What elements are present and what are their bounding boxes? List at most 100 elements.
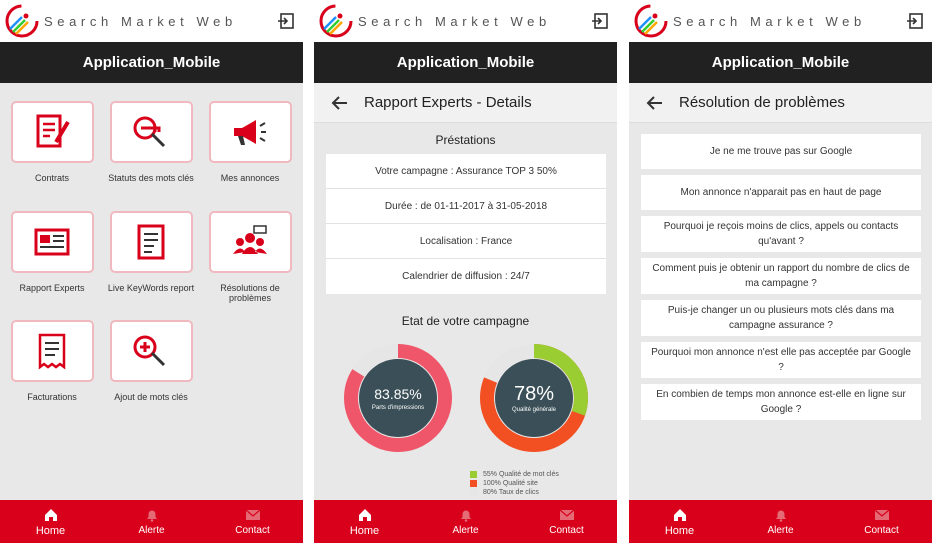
screen-header: Résolution de problèmes [629,83,932,123]
quality-value: 78% [513,383,555,405]
nav-alert[interactable]: Alerte [415,500,516,543]
nav-alert-label: Alerte [452,525,479,536]
nav-alert-label: Alerte [138,525,165,536]
legend-swatch [470,489,477,496]
legend-item: 55% Qualité de mot clés [470,470,559,479]
tile-label: Contrats [34,173,69,183]
nav-alert-label: Alerte [767,525,794,536]
quality-label: Qualité générale [511,407,557,413]
legend-swatch [470,480,477,487]
nav-contact[interactable]: Contact [831,500,932,543]
tile-label: Statuts des mots clés [108,173,194,183]
logo-icon [5,4,39,38]
tile-label: Live KeyWords report [107,283,195,293]
nav-contact-label: Contact [235,525,270,536]
bottom-nav: Home Alerte Contact [314,500,617,543]
bottom-nav: Home Alerte Contact [0,500,303,543]
nav-alert[interactable]: Alerte [730,500,831,543]
tile-label: Mes annonces [220,173,280,183]
logout-icon[interactable] [906,12,924,30]
bell-icon [146,510,157,522]
screen-title: Rapport Experts - Details [364,94,532,111]
legend-text: 100% Qualité site [483,480,538,487]
prestations-card: Votre campagne : Assurance TOP 3 50% Dur… [326,154,606,294]
group-icon [233,225,267,254]
back-arrow-icon[interactable] [330,93,350,113]
top-bar: Search Market Web [0,0,303,42]
report-icon [137,224,165,260]
mail-icon [559,509,574,520]
faq-item[interactable]: Mon annonce n'apparait pas en haut de pa… [641,175,921,210]
screen-title: Résolution de problèmes [679,94,845,111]
prestations-title: Préstations [435,133,496,147]
impressions-value: 83.85% [374,385,422,402]
tile-statuts[interactable]: Statuts des mots clés [101,101,201,183]
logout-icon[interactable] [277,12,295,30]
brand-name: Search Market Web [673,13,866,29]
mail-icon [874,509,889,520]
tile-annonces[interactable]: Mes annonces [200,101,300,183]
legend-text: 55% Qualité de mot clés [483,471,559,478]
legend-swatch [470,471,477,478]
nav-home-label: Home [35,524,66,537]
tile-label: Résolutions de problèmes [220,283,280,303]
nav-contact-label: Contact [549,525,584,536]
invoice-icon [38,333,66,370]
tile-ajout-mots-cles[interactable]: Ajout de mots clés [101,320,201,402]
nav-contact[interactable]: Contact [516,500,617,543]
nav-contact[interactable]: Contact [202,500,303,543]
app-title: Application_Mobile [629,42,932,83]
contract-icon [36,114,70,148]
tile-label: Rapport Experts [19,283,85,293]
campaign-row: Votre campagne : Assurance TOP 3 50% [326,154,606,189]
campaign-state-title: Etat de votre campagne [401,314,530,328]
impressions-center: 83.85% Parts d'impressions [359,359,437,437]
faq-item[interactable]: Je ne me trouve pas sur Google [641,134,921,169]
logout-icon[interactable] [591,12,609,30]
bottom-nav: Home Alerte Contact [629,500,932,543]
brand-name: Search Market Web [44,13,237,29]
top-bar: Search Market Web [629,0,932,42]
bell-icon [460,510,471,522]
tile-facturations[interactable]: Facturations [2,320,102,402]
app-title: Application_Mobile [314,42,617,83]
bell-icon [775,510,786,522]
nav-alert[interactable]: Alerte [101,500,202,543]
tile-label: Facturations [27,392,77,402]
nav-home[interactable]: Home [629,500,730,543]
location-row: Localisation : France [326,224,606,259]
megaphone-icon [234,120,266,145]
faq-item[interactable]: Pourquoi je reçois moins de clics, appel… [641,216,921,252]
tile-resolutions[interactable]: Résolutions de problèmes [200,211,300,303]
chart-legend: 55% Qualité de mot clés 100% Qualité sit… [470,470,559,497]
home-screen: Search Market Web Application_Mobile Con… [0,0,303,543]
tile-contrats[interactable]: Contrats [2,101,102,183]
faq-item[interactable]: Comment puis je obtenir un rapport du no… [641,258,921,294]
nav-contact-label: Contact [864,525,899,536]
nav-home[interactable]: Home [314,500,415,543]
tile-live-keywords[interactable]: Live KeyWords report [101,211,201,293]
logo-icon [634,4,668,38]
add-key-icon [133,335,166,367]
home-icon [358,508,371,521]
nav-home[interactable]: Home [0,500,101,543]
back-arrow-icon[interactable] [645,93,665,113]
legend-item: 80% Taux de clics [470,488,559,497]
nav-home-label: Home [664,524,695,537]
quality-center: 78% Qualité générale [495,359,573,437]
brand-name: Search Market Web [358,13,551,29]
tile-rapport[interactable]: Rapport Experts [2,211,102,293]
problems-screen: Search Market Web Application_Mobile Rés… [629,0,932,543]
app-title: Application_Mobile [0,42,303,83]
duration-row: Durée : de 01-11-2017 à 31-05-2018 [326,189,606,224]
home-icon [673,508,686,521]
screen-header: Rapport Experts - Details [314,83,617,123]
legend-text: 80% Taux de clics [483,489,539,496]
faq-item[interactable]: Puis-je changer un ou plusieurs mots clé… [641,300,921,336]
faq-item[interactable]: Pourquoi mon annonce n'est elle pas acce… [641,342,921,378]
faq-item[interactable]: En combien de temps mon annonce est-elle… [641,384,921,420]
legend-item: 100% Qualité site [470,479,559,488]
impressions-label: Parts d'impressions [371,404,425,411]
key-search-icon [133,116,166,148]
schedule-row: Calendrier de diffusion : 24/7 [402,271,530,282]
